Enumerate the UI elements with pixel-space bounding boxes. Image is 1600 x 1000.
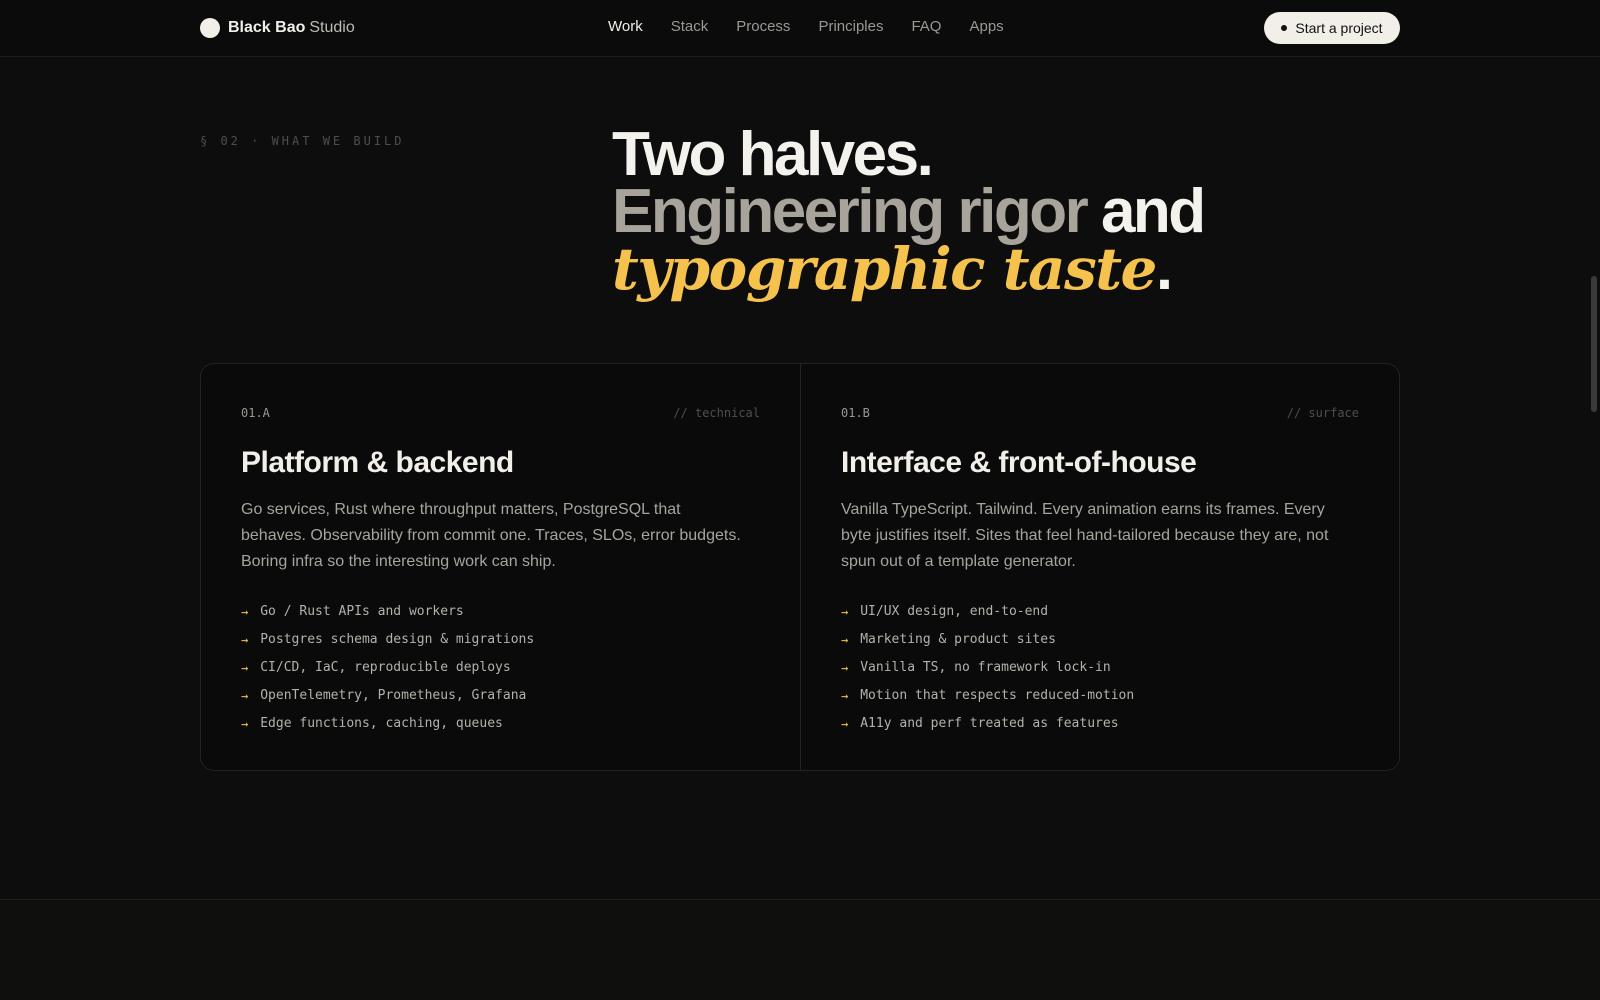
nav-link-apps[interactable]: Apps (969, 18, 1003, 35)
card-description: Go services, Rust where throughput matte… (241, 501, 741, 570)
list-item: → CI/CD, IaC, reproducible deploys (241, 654, 534, 682)
arrow-right-icon: → (241, 689, 249, 703)
card-feature-list: → UI/UX design, end-to-end → Marketing & p… (841, 598, 1134, 738)
list-item: → UI/UX design, end-to-end (841, 598, 1134, 626)
page-scrollbar[interactable] (1591, 276, 1597, 412)
brand-logo-link[interactable]: Black Bao Studio (200, 17, 355, 39)
headline-line-1: Two halves. (612, 120, 934, 189)
list-item: → Edge functions, caching, queues (241, 710, 534, 738)
list-item-text: Go / Rust APIs and workers (260, 604, 464, 619)
list-item-text: Motion that respects reduced-motion (860, 688, 1135, 703)
arrow-right-icon: → (841, 717, 849, 731)
arrow-right-icon: → (241, 661, 249, 675)
list-item-text: Vanilla TS, no framework lock-in (860, 660, 1111, 675)
services-cards: 01.A // technical Platform & backend Go … (200, 363, 1400, 771)
card-title: Interface & front-of-house (841, 446, 1197, 479)
list-item-text: CI/CD, IaC, reproducible deploys (260, 660, 511, 675)
list-item: → Vanilla TS, no framework lock-in (841, 654, 1134, 682)
nav-link-principles[interactable]: Principles (818, 18, 883, 35)
brand-suffix: Studio (309, 19, 355, 36)
arrow-right-icon: → (841, 661, 849, 675)
arrow-right-icon: → (241, 605, 249, 619)
service-card-frontend: 01.B // surface Interface & front-of-hou… (800, 364, 1399, 770)
arrow-right-icon: → (841, 605, 849, 619)
main-nav: Work Stack Process Principles FAQ Apps (608, 18, 1004, 35)
section-headline: Two halves. Engineering rigor and typogr… (612, 120, 1206, 300)
card-description: Vanilla TypeScript. Tailwind. Every anim… (841, 501, 1329, 570)
top-navigation-bar: Black Bao Studio Work Stack Process Prin… (0, 0, 1600, 57)
list-item-text: Edge functions, caching, queues (260, 716, 503, 731)
list-item-text: UI/UX design, end-to-end (860, 604, 1049, 619)
list-item: → Postgres schema design & migrations (241, 626, 534, 654)
card-code: 01.A (241, 406, 270, 420)
list-item-text: Marketing & product sites (860, 632, 1056, 647)
headline-line-2: Engineering rigor and (612, 181, 1206, 243)
nav-link-faq[interactable]: FAQ (911, 18, 941, 35)
arrow-right-icon: → (841, 689, 849, 703)
list-item-text: A11y and perf treated as features (860, 716, 1119, 731)
list-item: → Marketing & product sites (841, 626, 1134, 654)
arrow-right-icon: → (241, 633, 249, 647)
nav-link-stack[interactable]: Stack (671, 18, 709, 35)
list-item: → Go / Rust APIs and workers (241, 598, 534, 626)
card-tag: // surface (1286, 406, 1359, 420)
nav-link-work[interactable]: Work (608, 18, 643, 35)
section-eyebrow: § 02 · WHAT WE BUILD (200, 134, 405, 148)
arrow-right-icon: → (841, 633, 849, 647)
start-project-button[interactable]: Start a project (1264, 12, 1400, 44)
card-tag: // technical (673, 406, 760, 420)
start-project-label: Start a project (1295, 20, 1383, 36)
card-feature-list: → Go / Rust APIs and workers → Postgres sc… (241, 598, 534, 738)
card-code: 01.B (841, 406, 870, 420)
brand-logo-icon (200, 18, 220, 38)
list-item: → A11y and perf treated as features (841, 710, 1134, 738)
list-item-text: Postgres schema design & migrations (260, 632, 535, 647)
service-card-backend: 01.A // technical Platform & backend Go … (201, 364, 800, 770)
list-item: → Motion that respects reduced-motion (841, 682, 1134, 710)
list-item-text: OpenTelemetry, Prometheus, Grafana (260, 688, 527, 703)
nav-link-process[interactable]: Process (736, 18, 790, 35)
card-title: Platform & backend (241, 446, 514, 479)
list-item: → OpenTelemetry, Prometheus, Grafana (241, 682, 534, 710)
headline-accent-text: typographic taste (612, 235, 1157, 303)
arrow-right-icon: → (241, 717, 249, 731)
headline-line-3: typographic taste. (612, 238, 1204, 300)
brand-name: Black Bao (228, 19, 306, 36)
next-section-band (0, 900, 1600, 1000)
dot-icon (1281, 25, 1288, 31)
headline-period: . (1155, 234, 1173, 303)
